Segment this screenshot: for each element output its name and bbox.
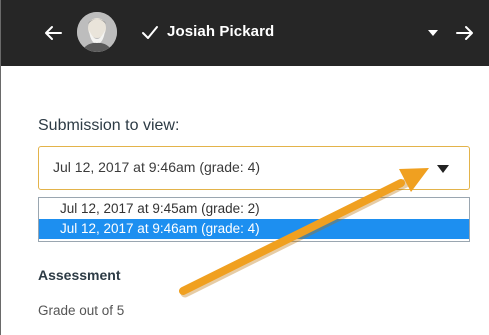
student-name[interactable]: Josiah Pickard: [167, 23, 274, 40]
submission-option[interactable]: Jul 12, 2017 at 9:45am (grade: 2): [39, 199, 469, 219]
submission-select[interactable]: Jul 12, 2017 at 9:46am (grade: 4): [38, 146, 470, 190]
student-avatar: [77, 12, 117, 52]
submission-options-list: Jul 12, 2017 at 9:45am (grade: 2) Jul 12…: [38, 197, 470, 242]
submission-option-highlighted[interactable]: Jul 12, 2017 at 9:46am (grade: 4): [39, 219, 469, 239]
submission-label: Submission to view:: [38, 117, 180, 134]
assessment-heading: Assessment: [38, 267, 121, 283]
student-navigation-bar: Josiah Pickard: [1, 0, 489, 66]
arrow-right-icon[interactable]: [453, 21, 477, 45]
caret-down-icon[interactable]: [437, 165, 449, 173]
submission-selected-value: Jul 12, 2017 at 9:46am (grade: 4): [53, 159, 261, 175]
checkmark-icon: [142, 26, 158, 39]
grade-label: Grade out of 5: [38, 303, 125, 318]
speedgrader-panel: Josiah Pickard Submission to view: Jul 1…: [0, 0, 489, 335]
arrow-left-icon[interactable]: [41, 21, 65, 45]
caret-down-icon[interactable]: [428, 29, 438, 37]
